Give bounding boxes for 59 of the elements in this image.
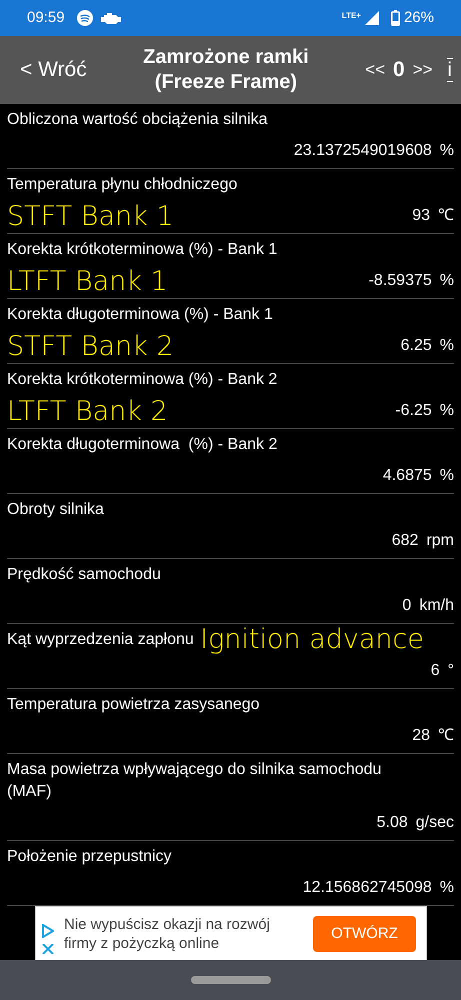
unit-text: km/h	[419, 596, 454, 616]
unit-text: %	[440, 466, 454, 486]
parameter-value: 682	[392, 531, 418, 551]
unit-text: %	[440, 141, 454, 161]
engine-icon	[100, 12, 121, 24]
signal-icon	[364, 11, 379, 25]
parameter-value: 23.1372549019608	[294, 141, 432, 161]
parameter-value: 28	[412, 726, 430, 746]
clock-text: 09:59	[27, 8, 65, 28]
parameter-label: Kąt wyprzedzenia zapłonu	[7, 630, 194, 650]
close-icon	[42, 944, 54, 954]
screen-subtitle: (Freeze Frame)	[154, 70, 298, 95]
parameter-label: Masa powietrza wpływającego do silnika samochodu (MAF)	[7, 760, 382, 802]
back-button[interactable]: < Wróć	[20, 54, 87, 86]
network-type-text: LTE+	[342, 10, 361, 22]
parameter-label: Korekta długoterminowa (%) - Bank 1	[7, 305, 273, 325]
parameter-label: Prędkość samochodu	[7, 565, 161, 585]
parameter-value: 6.25	[400, 336, 432, 356]
annotation-text: Ignition advance	[200, 628, 424, 652]
parameter-value: 4.6875	[382, 466, 432, 486]
home-handle[interactable]	[190, 976, 270, 984]
annotation-text: STFT Bank 1	[7, 201, 174, 232]
parameter-value: 6	[430, 661, 440, 681]
parameter-value: -8.59375	[368, 271, 432, 291]
unit-text: g/sec	[416, 813, 454, 833]
parameter-value: 12.156862745098	[302, 878, 432, 898]
unit-text: °	[448, 661, 454, 681]
parameter-label: Obliczona wartość obciążenia silnika	[7, 110, 268, 130]
parameter-label: Temperatura powietrza zasysanego	[7, 695, 260, 715]
unit-text: %	[440, 878, 454, 898]
annotation-text: LTFT Bank 2	[7, 396, 168, 427]
previous-frame-button[interactable]: <<	[365, 57, 385, 83]
frame-number: 0	[393, 57, 405, 84]
parameter-label: Obroty silnika	[7, 500, 104, 520]
annotation-text: LTFT Bank 1	[7, 266, 168, 297]
unit-text: %	[440, 271, 454, 291]
parameter-label: Korekta krótkoterminowa (%) - Bank 1	[7, 240, 278, 260]
parameter-value: 93	[412, 206, 430, 226]
unit-text: ℃	[438, 726, 454, 746]
parameter-value: 0	[402, 596, 412, 616]
parameter-label: Temperatura płynu chłodniczego	[7, 175, 238, 195]
parameter-label: Korekta krótkoterminowa (%) - Bank 2	[7, 370, 278, 390]
annotation-text: STFT Bank 2	[7, 331, 174, 362]
screen-title: Zamrożone ramki	[143, 45, 309, 70]
ad-text: Nie wypuścisz okazji na rozwój firmy z pożyczką online	[64, 915, 271, 953]
unit-text: ℃	[438, 206, 454, 226]
parameter-value: 5.08	[376, 813, 408, 833]
battery-icon	[390, 10, 400, 26]
next-frame-button[interactable]: >>	[412, 57, 433, 83]
unit-text: %	[440, 401, 454, 421]
parameter-label: Korekta długoterminowa (%) - Bank 2	[7, 435, 278, 455]
battery-text: 26%	[404, 8, 434, 28]
parameter-label: Położenie przepustnicy	[7, 847, 172, 867]
info-button[interactable]: i	[446, 58, 453, 82]
music-app-icon	[76, 10, 93, 26]
unit-text: rpm	[426, 531, 454, 551]
parameter-value: -6.25	[395, 401, 432, 421]
play-icon	[42, 924, 54, 938]
unit-text: %	[440, 336, 454, 356]
